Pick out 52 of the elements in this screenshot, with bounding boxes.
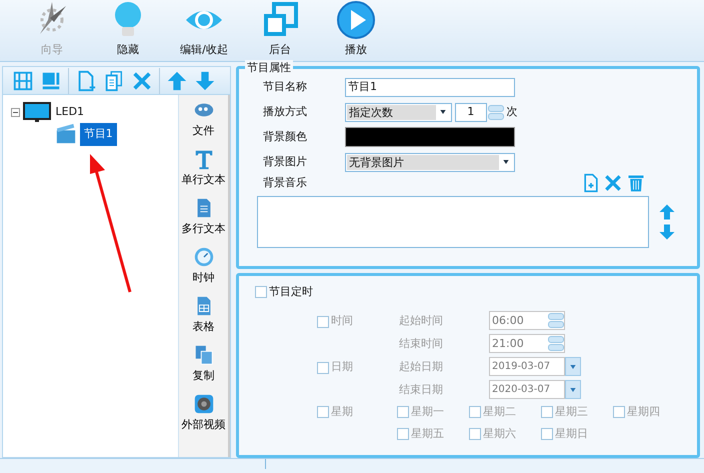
trash-icon [626, 173, 646, 193]
clapperboard-icon [55, 123, 77, 146]
color-swatch[interactable] [345, 127, 515, 147]
field-label: 背景图片 [262, 154, 308, 170]
clock-icon [192, 246, 214, 268]
up-arrow-icon [658, 202, 676, 222]
count-field[interactable]: 1 [454, 102, 487, 122]
monitor-icon [22, 101, 51, 123]
camera-lens-icon [192, 393, 214, 415]
caret-icon [502, 158, 510, 166]
close-icon [603, 173, 624, 193]
unit-label: 次 [506, 104, 518, 120]
caret-icon [439, 108, 447, 116]
toolbar-button[interactable]: 隐藏 [90, 0, 166, 58]
checkbox[interactable]: 节目定时 [255, 284, 313, 300]
image-dropdown[interactable]: 无背景图片 [345, 152, 515, 172]
insert-button[interactable]: 外部视频 [179, 393, 228, 442]
field-label: 结束时间 [399, 336, 444, 352]
close-icon [131, 70, 153, 92]
film-icon [12, 70, 34, 92]
copy-icon [103, 70, 125, 92]
toolbar-button[interactable]: 播放 [318, 0, 394, 58]
icon-button[interactable] [626, 173, 646, 193]
toolbar-button[interactable]: 编辑/收起 [166, 0, 242, 58]
insert-button[interactable]: 多行文本 [179, 197, 228, 246]
insert-button[interactable]: 文件 [179, 99, 228, 148]
down-arrow-icon [194, 70, 216, 92]
insert-button[interactable]: 复制 [179, 344, 228, 393]
down-arrow-icon [658, 222, 676, 242]
name-field[interactable]: 节目1 [345, 78, 515, 96]
play-icon [336, 0, 376, 40]
icon-button[interactable] [603, 173, 624, 193]
field-label: 播放方式 [262, 104, 308, 120]
up-arrow-icon [166, 70, 188, 92]
expander-icon[interactable] [11, 108, 20, 116]
field-label: 起始日期 [399, 358, 444, 374]
field-label: 背景颜色 [262, 128, 308, 145]
field-label: 结束日期 [399, 382, 444, 398]
insert-button[interactable]: 单行文本 [179, 148, 228, 197]
caret-icon [569, 386, 577, 394]
caret-icon [569, 362, 577, 371]
play-mode-dropdown[interactable]: 指定次数 [345, 102, 452, 122]
toolbar-button[interactable]: 后台 [242, 0, 318, 58]
tree-item[interactable]: 节目1 [80, 123, 117, 146]
field-label: 背景音乐 [262, 174, 308, 191]
spin-buttons[interactable] [488, 104, 504, 120]
field-label: 起始时间 [399, 312, 444, 328]
insert-button[interactable]: 表格 [179, 295, 228, 344]
tree-item[interactable]: LED1 [54, 102, 86, 122]
insert-button[interactable]: 时钟 [179, 246, 228, 295]
field-label: 节目名称 [262, 78, 308, 95]
music-list[interactable] [257, 196, 649, 248]
